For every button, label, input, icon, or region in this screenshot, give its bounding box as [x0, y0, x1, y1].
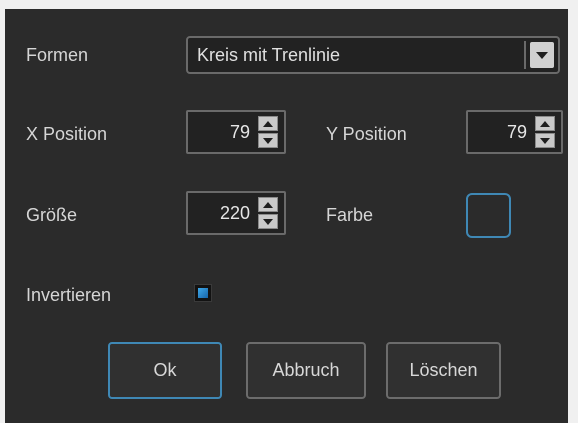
y-position-spinbox[interactable]: 79 — [466, 110, 563, 154]
x-position-spinbox[interactable]: 79 — [186, 110, 286, 154]
x-position-value[interactable]: 79 — [230, 121, 250, 143]
y-position-value[interactable]: 79 — [507, 121, 527, 143]
arrow-down-icon[interactable] — [258, 214, 278, 229]
chevron-down-icon[interactable] — [528, 40, 556, 70]
cancel-button[interactable]: Abbruch — [246, 342, 366, 399]
arrow-up-icon[interactable] — [258, 197, 278, 212]
arrow-up-icon[interactable] — [535, 116, 555, 131]
size-value[interactable]: 220 — [220, 202, 250, 224]
invert-label: Invertieren — [26, 285, 112, 305]
color-picker-button[interactable] — [466, 193, 511, 238]
y-position-label: Y Position — [326, 124, 407, 144]
shape-dialog: Formen Kreis mit Trenlinie X Position 79… — [5, 9, 568, 423]
arrow-down-icon[interactable] — [535, 133, 555, 148]
color-label: Farbe — [326, 205, 374, 225]
checkbox-checked-indicator — [198, 288, 208, 298]
invert-checkbox[interactable] — [194, 284, 212, 302]
delete-button[interactable]: Löschen — [386, 342, 501, 399]
size-spinbox[interactable]: 220 — [186, 191, 286, 235]
shapes-dropdown-value: Kreis mit Trenlinie — [197, 45, 341, 65]
shapes-dropdown[interactable]: Kreis mit Trenlinie — [186, 36, 560, 74]
size-label: Größe — [26, 205, 78, 225]
x-position-label: X Position — [26, 124, 108, 144]
ok-button[interactable]: Ok — [108, 342, 222, 399]
dropdown-separator — [524, 41, 526, 69]
arrow-up-icon[interactable] — [258, 116, 278, 131]
arrow-down-icon[interactable] — [258, 133, 278, 148]
shapes-label: Formen — [26, 45, 89, 65]
